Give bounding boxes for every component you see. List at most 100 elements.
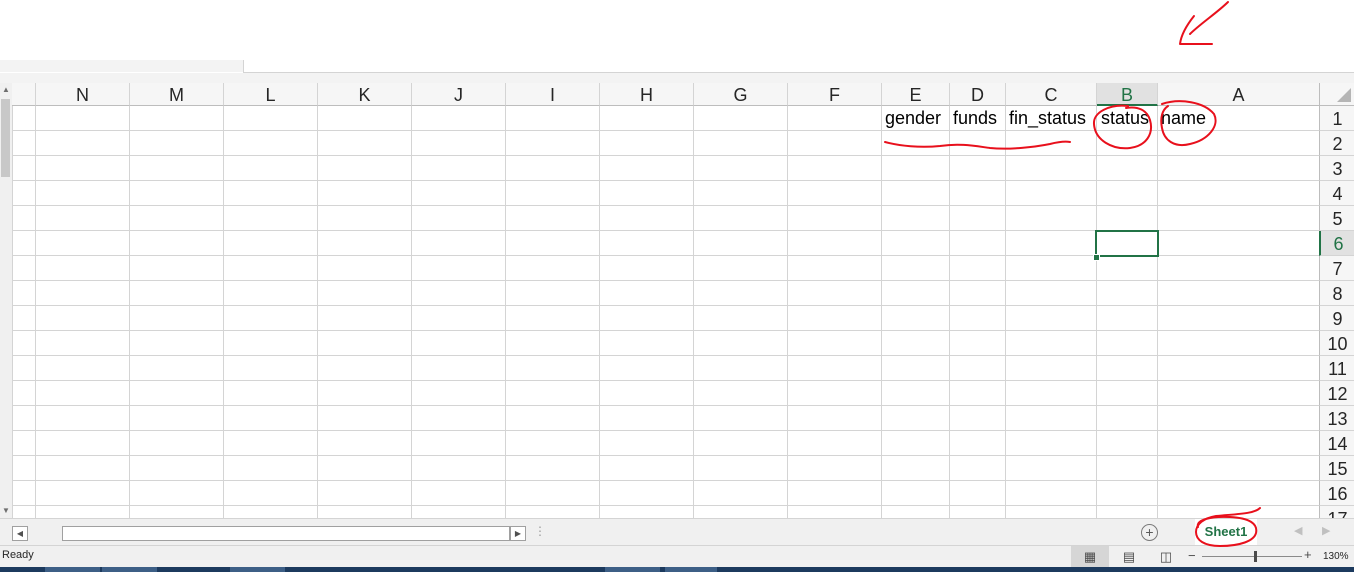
zoom-slider-track[interactable]	[1202, 556, 1302, 557]
grid-line	[787, 106, 788, 518]
grid-line	[881, 106, 882, 518]
row-header-2[interactable]: 2	[1319, 131, 1354, 156]
column-header-a[interactable]: A	[1158, 83, 1320, 106]
grid-line	[693, 106, 694, 518]
zoom-slider-thumb[interactable]	[1254, 551, 1257, 562]
scroll-right-icon[interactable]: ▶	[510, 526, 526, 541]
grid-line	[12, 405, 1319, 406]
grid-line	[12, 430, 1319, 431]
grid-line	[1157, 106, 1158, 518]
row-header-15[interactable]: 15	[1319, 456, 1354, 481]
row-header-10[interactable]: 10	[1319, 331, 1354, 356]
zoom-level[interactable]: 130%	[1323, 551, 1349, 562]
page-break-icon[interactable]: ◫	[1155, 546, 1177, 568]
scroll-down-icon[interactable]: ▼	[0, 504, 12, 518]
column-header-d[interactable]: D	[950, 83, 1006, 106]
grid-line	[12, 380, 1319, 381]
cell-d1[interactable]: funds	[953, 106, 997, 131]
cell-a1[interactable]: name	[1161, 106, 1206, 131]
column-header-e[interactable]: E	[882, 83, 950, 106]
taskbar-item[interactable]	[102, 567, 157, 572]
row-header-6[interactable]: 6	[1319, 231, 1354, 256]
grid-line	[1005, 106, 1006, 518]
tab-scroll-right-icon[interactable]: ▶	[1322, 524, 1330, 537]
cell-b1[interactable]: status	[1101, 106, 1149, 131]
grid-line	[411, 106, 412, 518]
row-header-7[interactable]: 7	[1319, 256, 1354, 281]
row-header-11[interactable]: 11	[1319, 356, 1354, 381]
grid-line	[35, 106, 36, 518]
grid-line	[505, 106, 506, 518]
row-header-16[interactable]: 16	[1319, 481, 1354, 506]
page-icon[interactable]: ▤	[1118, 546, 1140, 568]
grid-line	[599, 106, 600, 518]
column-header-j[interactable]: J	[412, 83, 506, 106]
row-header-5[interactable]: 5	[1319, 206, 1354, 231]
sheet-tab-sheet1[interactable]: Sheet1	[1195, 519, 1257, 547]
grid-line	[12, 305, 1319, 306]
column-header-h[interactable]: H	[600, 83, 694, 106]
column-header-f[interactable]: F	[788, 83, 882, 106]
select-all-icon	[1337, 88, 1351, 102]
grid-line	[12, 505, 1319, 506]
row-headers: 1 2 3 4 5 6 7 8 9 10 11 12 13 14 15 16 1…	[1319, 106, 1354, 518]
grid-line	[949, 106, 950, 518]
taskbar-item[interactable]	[665, 567, 717, 572]
plus-circle-icon[interactable]: +	[1141, 524, 1158, 541]
status-text: Ready	[2, 549, 34, 561]
sheet-tab-bar: ◀ ▶ ⋮ + Sheet1 ◀ ▶	[0, 518, 1354, 547]
row-header-8[interactable]: 8	[1319, 281, 1354, 306]
grid-line	[1096, 106, 1097, 518]
select-all-button[interactable]	[1319, 83, 1354, 106]
taskbar	[0, 567, 1354, 572]
cell-e1[interactable]: gender	[885, 106, 941, 131]
grid-line	[129, 106, 130, 518]
vertical-scroll-thumb[interactable]	[1, 99, 10, 177]
grid-line	[12, 205, 1319, 206]
zoom-in-button[interactable]: +	[1304, 547, 1312, 562]
column-header-b[interactable]: B	[1097, 83, 1158, 106]
cell-c1[interactable]: fin_status	[1009, 106, 1086, 131]
fill-handle[interactable]	[1093, 254, 1100, 261]
column-header-m[interactable]: M	[130, 83, 224, 106]
row-header-13[interactable]: 13	[1319, 406, 1354, 431]
row-header-4[interactable]: 4	[1319, 181, 1354, 206]
column-header-k[interactable]: K	[318, 83, 412, 106]
sheet-top-border	[0, 73, 1354, 83]
column-header-spacer	[12, 83, 36, 106]
horizontal-scrollbar[interactable]	[62, 526, 510, 541]
row-header-17[interactable]: 17	[1319, 506, 1354, 518]
column-header-g[interactable]: G	[694, 83, 788, 106]
scrollbar-split-handle[interactable]: ⋮	[534, 524, 546, 538]
taskbar-item[interactable]	[605, 567, 660, 572]
taskbar-item[interactable]	[230, 567, 285, 572]
grid-line	[317, 106, 318, 518]
column-header-c[interactable]: C	[1006, 83, 1097, 106]
grid-line	[12, 180, 1319, 181]
active-cell-b6[interactable]	[1095, 230, 1159, 257]
grid-icon[interactable]: ▦	[1071, 546, 1109, 568]
row-header-14[interactable]: 14	[1319, 431, 1354, 456]
scroll-up-icon[interactable]: ▲	[0, 83, 12, 97]
column-header-i[interactable]: I	[506, 83, 600, 106]
worksheet-grid[interactable]: ▲ ▼ N M L K J I H G F E D C B A gender f…	[0, 83, 1354, 518]
cell-area[interactable]: gender funds fin_status status name	[12, 106, 1319, 518]
taskbar-item[interactable]	[45, 567, 100, 572]
scroll-left-icon[interactable]: ◀	[12, 526, 28, 541]
status-bar: Ready ▦ ▤ ◫ − + 130%	[0, 545, 1354, 568]
ribbon-area	[0, 0, 1354, 83]
column-headers: N M L K J I H G F E D C B A	[12, 83, 1354, 106]
grid-line	[12, 480, 1319, 481]
row-header-9[interactable]: 9	[1319, 306, 1354, 331]
grid-line	[12, 155, 1319, 156]
row-header-3[interactable]: 3	[1319, 156, 1354, 181]
grid-line	[12, 330, 1319, 331]
column-header-l[interactable]: L	[224, 83, 318, 106]
name-box-area	[0, 60, 244, 72]
column-header-n[interactable]: N	[36, 83, 130, 106]
grid-line	[12, 280, 1319, 281]
tab-scroll-left-icon[interactable]: ◀	[1294, 524, 1302, 537]
row-header-12[interactable]: 12	[1319, 381, 1354, 406]
row-header-1[interactable]: 1	[1319, 106, 1354, 131]
zoom-out-button[interactable]: −	[1188, 548, 1196, 563]
